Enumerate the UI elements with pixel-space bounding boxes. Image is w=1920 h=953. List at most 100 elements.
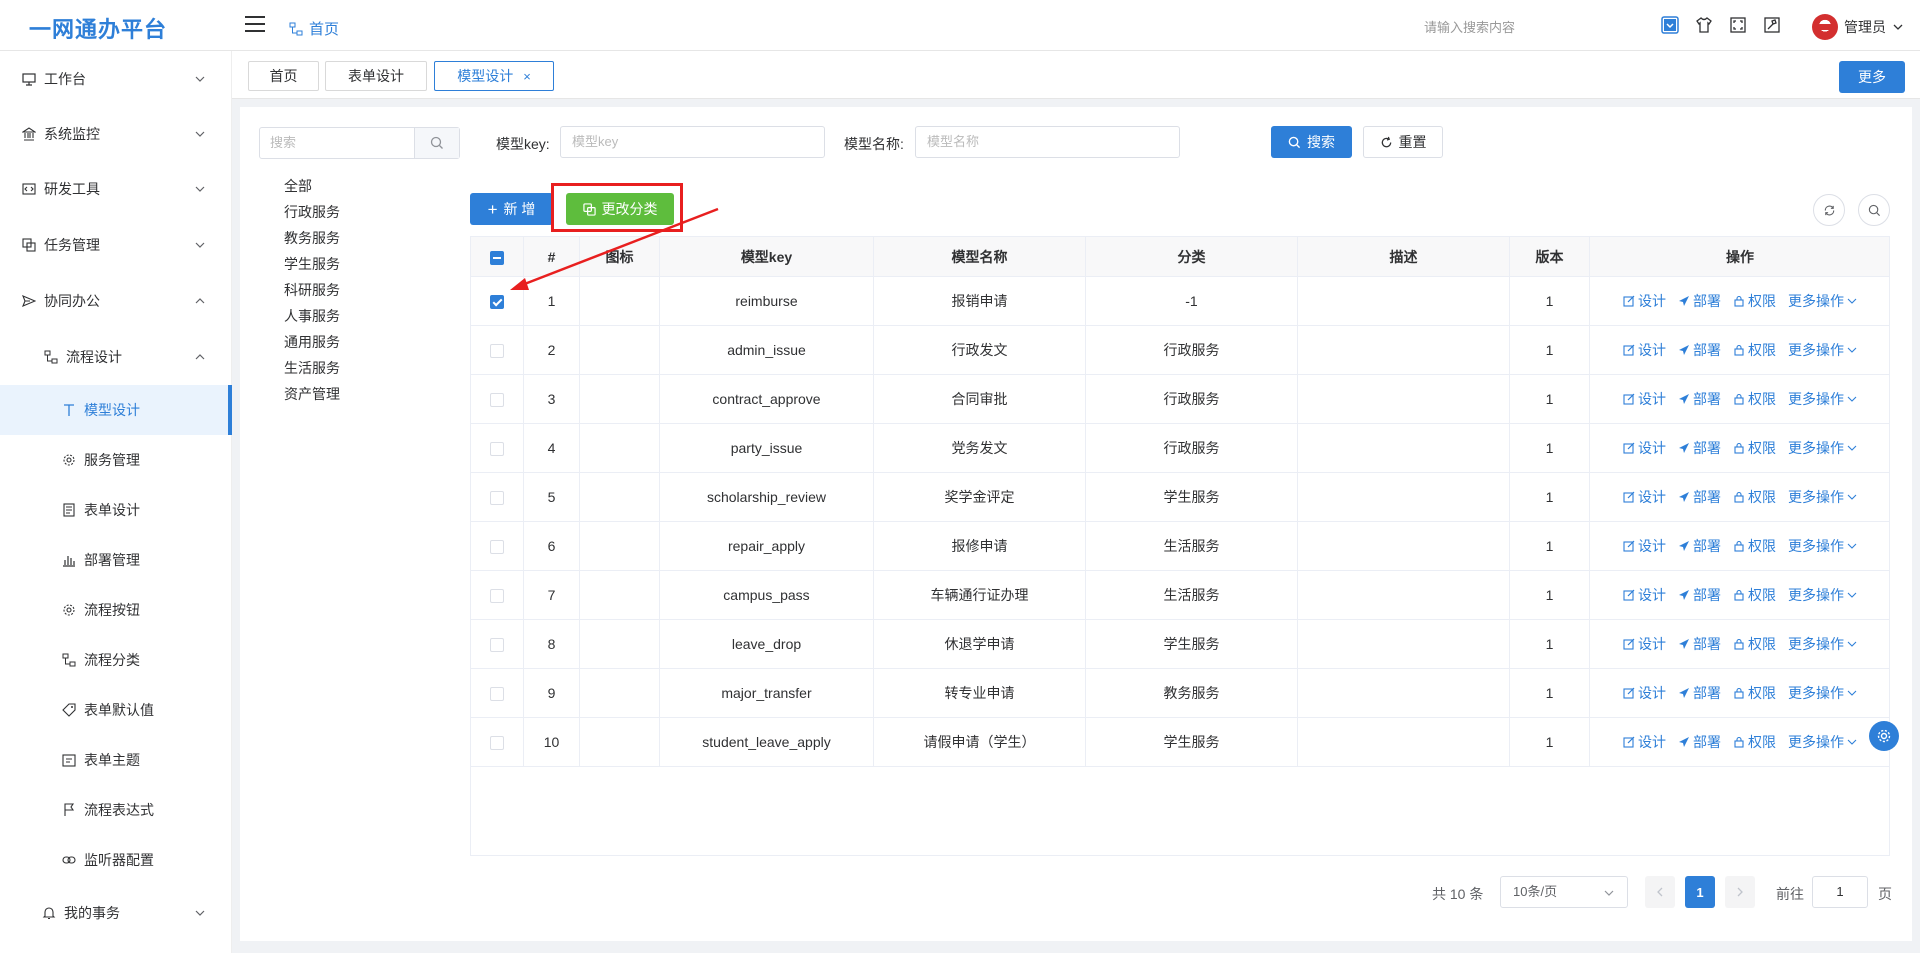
more-actions-dropdown[interactable]: 更多操作 bbox=[1788, 571, 1857, 619]
design-link[interactable]: 设计 bbox=[1623, 424, 1666, 472]
search-button[interactable]: 搜索 bbox=[1271, 126, 1352, 158]
sidebar-item[interactable]: 任务管理 bbox=[0, 220, 232, 270]
category-item[interactable]: 资产管理 bbox=[284, 381, 340, 407]
page-size-select[interactable]: 10条/页 bbox=[1500, 876, 1628, 908]
lock-screen-icon[interactable] bbox=[1762, 15, 1782, 35]
row-checkbox[interactable] bbox=[490, 638, 504, 653]
permission-link[interactable]: 权限 bbox=[1733, 522, 1776, 570]
more-actions-dropdown[interactable]: 更多操作 bbox=[1788, 424, 1857, 472]
more-actions-dropdown[interactable]: 更多操作 bbox=[1788, 277, 1857, 325]
permission-link[interactable]: 权限 bbox=[1733, 277, 1776, 325]
sidebar-item[interactable]: 流程表达式 bbox=[0, 785, 232, 835]
sidebar-item[interactable]: 表单默认值 bbox=[0, 685, 232, 735]
design-link[interactable]: 设计 bbox=[1623, 277, 1666, 325]
table-row[interactable]: 8 leave_drop 休退学申请 学生服务 1 设计 部署 权限 更多操作 bbox=[471, 620, 1889, 669]
add-button[interactable]: + 新 增 bbox=[470, 193, 553, 225]
sidebar-item[interactable]: 流程按钮 bbox=[0, 585, 232, 635]
user-menu[interactable]: 管理员 bbox=[1812, 14, 1904, 40]
more-tabs-button[interactable]: 更多 bbox=[1839, 61, 1905, 93]
sidebar-item[interactable]: 协同办公 bbox=[0, 276, 232, 326]
goto-page-input[interactable]: 1 bbox=[1812, 876, 1868, 908]
row-checkbox[interactable] bbox=[490, 295, 504, 310]
more-actions-dropdown[interactable]: 更多操作 bbox=[1788, 326, 1857, 374]
permission-link[interactable]: 权限 bbox=[1733, 571, 1776, 619]
breadcrumb-home[interactable]: 首页 bbox=[289, 18, 339, 39]
table-row[interactable]: 4 party_issue 党务发文 行政服务 1 设计 部署 权限 更多操作 bbox=[471, 424, 1889, 473]
more-actions-dropdown[interactable]: 更多操作 bbox=[1788, 620, 1857, 668]
fullscreen-icon[interactable] bbox=[1728, 15, 1748, 35]
deploy-link[interactable]: 部署 bbox=[1678, 424, 1721, 472]
row-checkbox[interactable] bbox=[490, 442, 504, 457]
settings-fab[interactable] bbox=[1869, 721, 1899, 751]
more-actions-dropdown[interactable]: 更多操作 bbox=[1788, 473, 1857, 521]
sidebar-item[interactable]: 模型设计 bbox=[0, 385, 232, 435]
category-item[interactable]: 科研服务 bbox=[284, 277, 340, 303]
permission-link[interactable]: 权限 bbox=[1733, 424, 1776, 472]
category-item[interactable]: 通用服务 bbox=[284, 329, 340, 355]
deploy-link[interactable]: 部署 bbox=[1678, 522, 1721, 570]
next-page-button[interactable] bbox=[1725, 876, 1755, 908]
permission-link[interactable]: 权限 bbox=[1733, 473, 1776, 521]
select-all-checkbox[interactable] bbox=[490, 251, 504, 266]
deploy-link[interactable]: 部署 bbox=[1678, 277, 1721, 325]
category-search-button[interactable] bbox=[414, 128, 459, 158]
model-name-input[interactable]: 模型名称 bbox=[915, 126, 1180, 158]
design-link[interactable]: 设计 bbox=[1623, 571, 1666, 619]
dropdown-box-icon[interactable] bbox=[1660, 15, 1680, 35]
toggle-search-button[interactable] bbox=[1858, 194, 1890, 226]
model-key-input[interactable]: 模型key bbox=[560, 126, 825, 158]
sidebar-item[interactable]: 服务管理 bbox=[0, 435, 232, 485]
permission-link[interactable]: 权限 bbox=[1733, 326, 1776, 374]
deploy-link[interactable]: 部署 bbox=[1678, 571, 1721, 619]
tab-model-design[interactable]: 模型设计 × bbox=[434, 61, 554, 91]
sidebar-item[interactable]: 流程分类 bbox=[0, 635, 232, 685]
permission-link[interactable]: 权限 bbox=[1733, 375, 1776, 423]
table-row[interactable]: 5 scholarship_review 奖学金评定 学生服务 1 设计 部署 权限 更多操作 bbox=[471, 473, 1889, 522]
deploy-link[interactable]: 部署 bbox=[1678, 669, 1721, 717]
table-row[interactable]: 9 major_transfer 转专业申请 教务服务 1 设计 部署 权限 更多操作 bbox=[471, 669, 1889, 718]
table-row[interactable]: 7 campus_pass 车辆通行证办理 生活服务 1 设计 部署 权限 更多操作 bbox=[471, 571, 1889, 620]
row-checkbox[interactable] bbox=[490, 687, 504, 702]
table-row[interactable]: 6 repair_apply 报修申请 生活服务 1 设计 部署 权限 更多操作 bbox=[471, 522, 1889, 571]
more-actions-dropdown[interactable]: 更多操作 bbox=[1788, 522, 1857, 570]
sidebar-item[interactable]: 部署管理 bbox=[0, 535, 232, 585]
app-logo[interactable]: 一网通办平台 bbox=[29, 12, 167, 44]
sidebar-item[interactable]: 工作台 bbox=[0, 54, 232, 104]
design-link[interactable]: 设计 bbox=[1623, 326, 1666, 374]
permission-link[interactable]: 权限 bbox=[1733, 669, 1776, 717]
category-search-input[interactable]: 搜索 bbox=[260, 128, 414, 158]
row-checkbox[interactable] bbox=[490, 393, 504, 408]
sidebar-item[interactable]: 表单主题 bbox=[0, 735, 232, 785]
close-icon[interactable]: × bbox=[523, 69, 531, 84]
sidebar-item[interactable]: 我的事务 bbox=[0, 888, 232, 938]
category-item[interactable]: 生活服务 bbox=[284, 355, 340, 381]
sidebar-item[interactable]: 表单设计 bbox=[0, 485, 232, 535]
row-checkbox[interactable] bbox=[490, 736, 504, 751]
more-actions-dropdown[interactable]: 更多操作 bbox=[1788, 375, 1857, 423]
sidebar-item[interactable]: 系统监控 bbox=[0, 109, 232, 159]
table-row[interactable]: 3 contract_approve 合同审批 行政服务 1 设计 部署 权限 更多操作 bbox=[471, 375, 1889, 424]
shirt-icon[interactable] bbox=[1694, 15, 1714, 35]
design-link[interactable]: 设计 bbox=[1623, 522, 1666, 570]
tab-form-design[interactable]: 表单设计 bbox=[325, 61, 427, 91]
sidebar-item[interactable]: 监听器配置 bbox=[0, 835, 232, 885]
page-number[interactable]: 1 bbox=[1685, 876, 1715, 908]
deploy-link[interactable]: 部署 bbox=[1678, 718, 1721, 766]
more-actions-dropdown[interactable]: 更多操作 bbox=[1788, 718, 1857, 766]
category-item[interactable]: 全部 bbox=[284, 173, 340, 199]
deploy-link[interactable]: 部署 bbox=[1678, 620, 1721, 668]
design-link[interactable]: 设计 bbox=[1623, 620, 1666, 668]
sidebar-item[interactable]: 流程设计 bbox=[0, 332, 232, 382]
category-item[interactable]: 学生服务 bbox=[284, 251, 340, 277]
permission-link[interactable]: 权限 bbox=[1733, 620, 1776, 668]
design-link[interactable]: 设计 bbox=[1623, 473, 1666, 521]
table-row[interactable]: 2 admin_issue 行政发文 行政服务 1 设计 部署 权限 更多操作 bbox=[471, 326, 1889, 375]
tab-home[interactable]: 首页 bbox=[248, 61, 319, 91]
row-checkbox[interactable] bbox=[490, 540, 504, 555]
row-checkbox[interactable] bbox=[490, 344, 504, 359]
deploy-link[interactable]: 部署 bbox=[1678, 473, 1721, 521]
refresh-table-button[interactable] bbox=[1813, 194, 1845, 226]
deploy-link[interactable]: 部署 bbox=[1678, 326, 1721, 374]
reset-button[interactable]: 重置 bbox=[1363, 126, 1443, 158]
row-checkbox[interactable] bbox=[490, 491, 504, 506]
